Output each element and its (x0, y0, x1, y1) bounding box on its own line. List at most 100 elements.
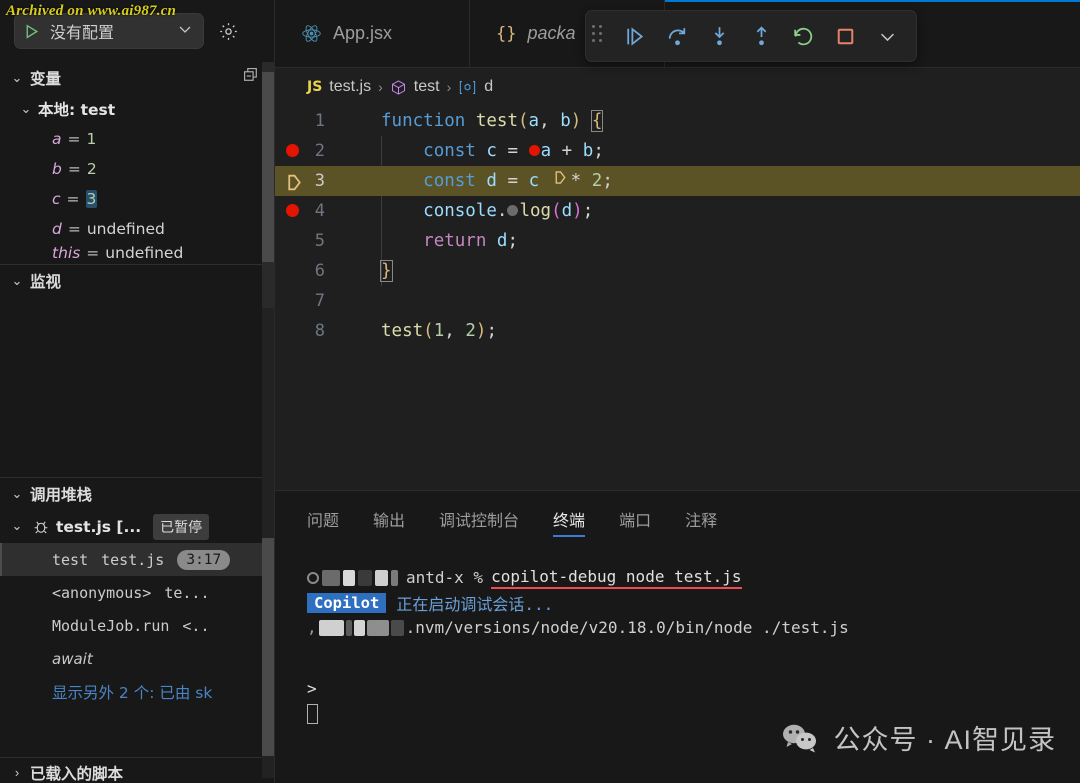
variables-scrollbar[interactable] (262, 62, 274, 308)
code-editor[interactable]: 1 function test(a, b) { 2 const c = a + … (275, 106, 1080, 490)
panel-tab-label: 终端 (553, 513, 586, 530)
callstack-frame-row[interactable]: ModuleJob.run <.. (0, 609, 274, 642)
variable-scope-row[interactable]: ⌄ 本地: test (0, 94, 274, 124)
step-out-button[interactable] (742, 17, 780, 55)
tab-terminal[interactable]: 终端 (553, 491, 586, 547)
code-line-8[interactable]: 8 test(1, 2); (275, 316, 1080, 346)
chevron-down-icon[interactable]: ⌄ (8, 486, 26, 502)
scrollbar-thumb[interactable] (262, 72, 274, 262)
callstack-scrollbar[interactable] (262, 538, 274, 778)
chevron-down-icon[interactable]: ⌄ (8, 70, 26, 86)
panel-tab-label: 注释 (685, 513, 718, 530)
line-number: 4 (314, 201, 325, 221)
breakpoint-marker[interactable] (286, 144, 299, 157)
tab-label: packa (527, 23, 576, 43)
callstack-session-row[interactable]: ⌄ test.js [... 已暂停 (0, 510, 274, 543)
breadcrumb-separator: › (446, 79, 452, 95)
callstack-session-label: test.js [... (56, 517, 142, 536)
breakpoint-marker[interactable] (286, 204, 299, 217)
inline-breakpoint-icon (507, 204, 519, 216)
variable-row-c[interactable]: c = 3 (0, 184, 274, 214)
variable-row-d[interactable]: d = undefined (0, 214, 274, 244)
chevron-down-icon[interactable] (177, 21, 193, 41)
breadcrumb-symbol[interactable]: test (414, 78, 440, 96)
section-title: 已载入的脚本 (30, 765, 124, 783)
code-line-5[interactable]: 5 return d; (275, 226, 1080, 256)
code-line-6[interactable]: 6 } (275, 256, 1080, 286)
terminal-command: copilot-debug node test.js (491, 567, 742, 589)
code-text: return d; (423, 231, 519, 251)
gear-icon[interactable] (214, 17, 242, 45)
show-more-link[interactable]: 显示另外 2 个: 已由 sk (52, 681, 212, 703)
status-badge: 已暂停 (153, 513, 210, 540)
watch-scrollbar[interactable] (262, 308, 274, 538)
wechat-watermark-text: 公众号 · AI智见录 (833, 725, 1056, 755)
code-text: const c = a + b; (423, 141, 604, 161)
terminal-cursor (307, 703, 318, 724)
chevron-down-icon[interactable]: ⌄ (8, 519, 26, 534)
callstack-frame-row[interactable]: test test.js 3:17 (0, 543, 274, 576)
stop-button[interactable] (826, 17, 864, 55)
terminal-line-copilot: Copilot 正在启动调试会话... (307, 590, 1080, 615)
callstack-show-more-row[interactable]: 显示另外 2 个: 已由 sk (0, 675, 274, 708)
debug-toolbar[interactable] (585, 10, 917, 62)
tab-output[interactable]: 输出 (373, 491, 405, 547)
code-line-7[interactable]: 7 (275, 286, 1080, 316)
step-over-button[interactable] (658, 17, 696, 55)
chevron-right-icon[interactable]: › (8, 765, 26, 780)
wechat-icon (781, 723, 821, 753)
code-line-1[interactable]: 1 function test(a, b) { (275, 106, 1080, 136)
drag-grip-icon[interactable] (592, 25, 608, 47)
json-icon: {} (496, 23, 517, 44)
restart-button[interactable] (784, 17, 822, 55)
section-title: 监视 (30, 274, 62, 291)
breadcrumb-file[interactable]: test.js (329, 78, 371, 96)
section-title: 变量 (30, 71, 62, 88)
section-callstack-header[interactable]: ⌄ 调用堆栈 (0, 478, 274, 510)
frame-file: test.js (101, 550, 165, 569)
step-into-button[interactable] (700, 17, 738, 55)
variable-scope-label: 本地: test (38, 101, 116, 119)
tab-problems[interactable]: 问题 (307, 491, 339, 547)
frame-position-badge: 3:17 (177, 549, 231, 570)
cube-icon (390, 79, 407, 96)
breadcrumb-variable[interactable]: d (484, 78, 493, 96)
line-number: 7 (314, 291, 325, 311)
tab-ports[interactable]: 端口 (619, 491, 651, 547)
continue-button[interactable] (616, 17, 654, 55)
tab-debug-console[interactable]: 调试控制台 (439, 491, 519, 547)
play-icon[interactable] (23, 23, 40, 40)
code-line-4[interactable]: 4 console. log(d); (275, 196, 1080, 226)
section-variables-header[interactable]: ⌄ 变量 (0, 62, 274, 94)
code-text: const d = c * 2; (423, 171, 613, 191)
terminal-prompt-symbol: > (307, 679, 317, 698)
callstack-frame-row[interactable]: <anonymous> te... (0, 576, 274, 609)
editor-area: App.jsx {} packa JS test.js › test › d 1… (275, 0, 1080, 783)
panel-tab-label: 输出 (373, 513, 406, 530)
variable-row-b[interactable]: b = 2 (0, 154, 274, 184)
bug-icon (32, 518, 50, 536)
variable-icon (458, 79, 477, 96)
chevron-down-icon[interactable]: ⌄ (18, 102, 36, 117)
code-line-3[interactable]: 3 const d = c * 2; (275, 166, 1080, 196)
scrollbar-thumb[interactable] (262, 538, 274, 756)
vscode-window: 没有配置 ⌄ 变量 ⌄ 本地: test a = 1 b = 2 c = 3 d… (0, 0, 1080, 783)
section-watch-header[interactable]: ⌄ 监视 (0, 265, 274, 297)
chevron-down-icon[interactable]: ⌄ (8, 273, 26, 289)
run-config-label: 没有配置 (50, 25, 115, 42)
collapse-all-icon[interactable] (243, 67, 260, 89)
breadcrumb[interactable]: JS test.js › test › d (275, 68, 1080, 106)
variable-row-a[interactable]: a = 1 (0, 124, 274, 154)
code-line-2[interactable]: 2 const c = a + b; (275, 136, 1080, 166)
tab-app-jsx[interactable]: App.jsx (275, 0, 470, 67)
archive-watermark: Archived on www.ai987.cn (6, 3, 177, 19)
tab-comments[interactable]: 注释 (685, 491, 717, 547)
frame-file: <.. (182, 616, 210, 635)
terminal-line-command: antd-x % copilot-debug node test.js (307, 565, 1080, 590)
variable-equals: = (67, 130, 81, 148)
copilot-message: 正在启动调试会话... (396, 594, 554, 614)
variable-row-this[interactable]: this = undefined (0, 244, 274, 262)
section-loaded-scripts-header[interactable]: › 已载入的脚本 (0, 757, 274, 783)
debug-more-button[interactable] (868, 17, 906, 55)
panel-tab-label: 端口 (619, 513, 652, 530)
